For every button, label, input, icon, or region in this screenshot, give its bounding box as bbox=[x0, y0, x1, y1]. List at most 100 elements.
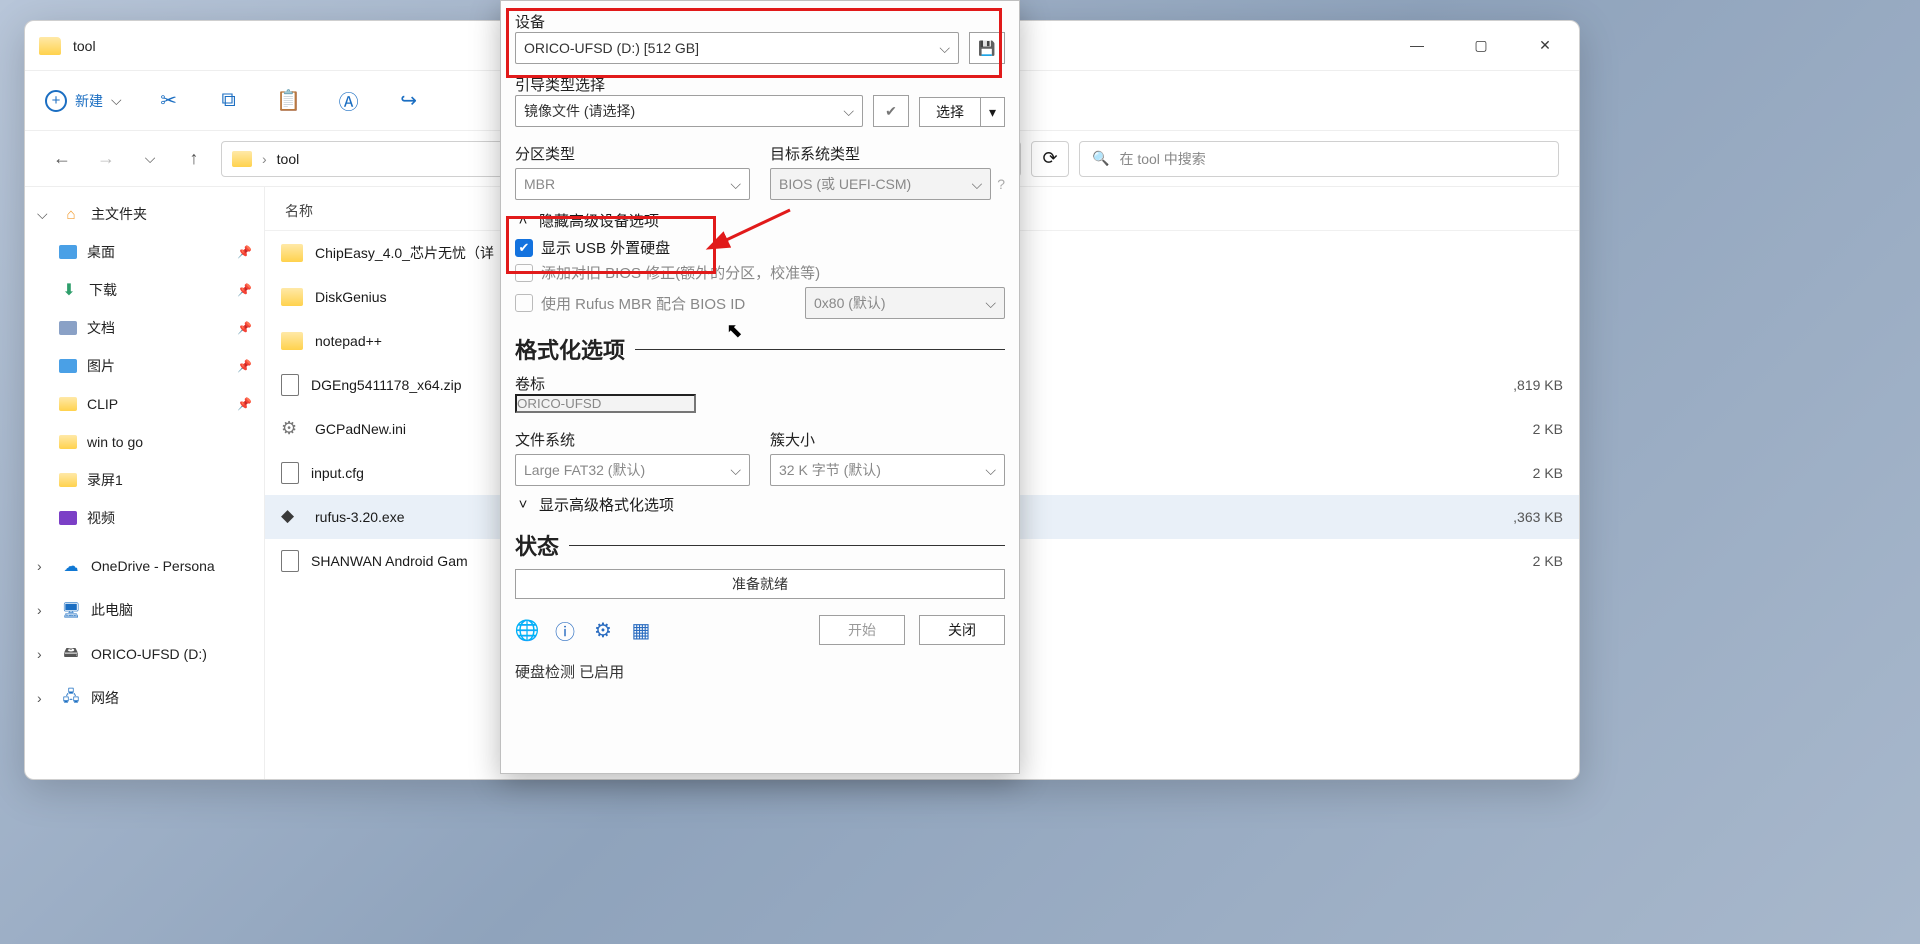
address-text: tool bbox=[277, 151, 300, 167]
file-name: SHANWAN Android Gam bbox=[311, 553, 468, 569]
folder-icon bbox=[59, 397, 77, 411]
navigation-pane: ⌂ 主文件夹 桌面 📌 ⬇ 下载 📌 文档 📌 图片 📌 bbox=[25, 187, 265, 779]
sidebar-clip[interactable]: CLIP 📌 bbox=[25, 385, 264, 423]
sidebar-onedrive[interactable]: ☁ OneDrive - Persona bbox=[25, 547, 264, 585]
help-icon[interactable]: ? bbox=[997, 176, 1005, 192]
sidebar-network[interactable]: 🖧 网络 bbox=[25, 679, 264, 717]
boot-label: 引导类型选择 bbox=[515, 74, 1005, 95]
select-dropdown-button[interactable]: ▾ bbox=[981, 97, 1005, 127]
forward-button[interactable]: → bbox=[89, 142, 123, 176]
executable-icon: ◆ bbox=[281, 506, 303, 528]
device-value: ORICO-UFSD (D:) [512 GB] bbox=[524, 40, 699, 56]
up-button[interactable]: ↑ bbox=[177, 142, 211, 176]
share-icon[interactable]: ↪ bbox=[396, 88, 422, 114]
settings-button[interactable]: ⚙ bbox=[591, 618, 615, 642]
file-name: DiskGenius bbox=[315, 289, 387, 305]
window-title: tool bbox=[73, 38, 96, 54]
device-select[interactable]: ORICO-UFSD (D:) [512 GB] ⌵ bbox=[515, 32, 959, 64]
hide-advanced-device-toggle[interactable]: ˄ 隐藏高级设备选项 bbox=[515, 210, 1005, 231]
sidebar-desktop[interactable]: 桌面 📌 bbox=[25, 233, 264, 271]
sidebar-label: 主文件夹 bbox=[91, 204, 147, 224]
start-button[interactable]: 开始 bbox=[819, 615, 905, 645]
minimize-button[interactable]: — bbox=[1397, 37, 1437, 54]
show-usb-hdd-checkbox[interactable]: ✔ 显示 USB 外置硬盘 bbox=[515, 237, 1005, 258]
refresh-button[interactable]: ⟳ bbox=[1031, 141, 1069, 177]
close-button[interactable]: 关闭 bbox=[919, 615, 1005, 645]
rufus-mbr-checkbox: 使用 Rufus MBR 配合 BIOS ID 0x80 (默认) ⌵ bbox=[515, 287, 1005, 319]
pin-icon: 📌 bbox=[237, 283, 252, 297]
chevron-down-icon[interactable]: ⌵ bbox=[133, 142, 167, 176]
cut-icon[interactable]: ✂ bbox=[156, 88, 182, 114]
pin-icon: 📌 bbox=[237, 397, 252, 411]
sidebar-documents[interactable]: 文档 📌 bbox=[25, 309, 264, 347]
new-label: 新建 bbox=[75, 91, 103, 111]
search-input[interactable]: 🔍 在 tool 中搜索 bbox=[1079, 141, 1559, 177]
statusbar-text: 硬盘检测 已启用 bbox=[515, 661, 1005, 682]
about-button[interactable]: ⓘ bbox=[553, 618, 577, 642]
chevron-down-icon: ⌵ bbox=[939, 40, 950, 57]
folder-icon bbox=[39, 37, 61, 55]
save-icon: 💾 bbox=[978, 40, 995, 57]
folder-icon bbox=[59, 435, 77, 449]
sidebar-pictures[interactable]: 图片 📌 bbox=[25, 347, 264, 385]
folder-icon bbox=[59, 473, 77, 487]
volume-label-input[interactable] bbox=[515, 394, 696, 413]
button-label: 关闭 bbox=[948, 620, 976, 640]
folder-icon bbox=[232, 151, 252, 167]
sidebar-label: 网络 bbox=[91, 688, 119, 708]
copy-icon[interactable]: ⧉ bbox=[216, 88, 242, 114]
back-button[interactable]: ← bbox=[45, 142, 79, 176]
file-size: 2 KB bbox=[1533, 465, 1563, 481]
chevron-down-icon: ˅ bbox=[515, 496, 531, 513]
chevron-down-icon: ⌵ bbox=[730, 176, 741, 193]
pictures-icon bbox=[59, 359, 77, 373]
pin-icon: 📌 bbox=[237, 245, 252, 259]
sidebar-oricodisk[interactable]: 🖴 ORICO-UFSD (D:) bbox=[25, 635, 264, 673]
video-icon bbox=[59, 511, 77, 525]
paste-icon[interactable]: 📋 bbox=[276, 88, 302, 114]
sidebar-label: ORICO-UFSD (D:) bbox=[91, 646, 207, 662]
log-button[interactable]: ▦ bbox=[629, 618, 653, 642]
new-button[interactable]: + 新建 ⌵ bbox=[45, 90, 122, 112]
rename-icon[interactable]: Ⓐ bbox=[336, 88, 362, 114]
sidebar-label: CLIP bbox=[87, 396, 118, 412]
sidebar-luping[interactable]: 录屏1 bbox=[25, 461, 264, 499]
chevron-down-icon: ⌵ bbox=[972, 176, 983, 193]
partition-select[interactable]: MBR ⌵ bbox=[515, 168, 750, 200]
check-icon: ✔ bbox=[885, 103, 897, 120]
save-device-button[interactable]: 💾 bbox=[969, 32, 1005, 64]
check-hash-button[interactable]: ✔ bbox=[873, 95, 909, 127]
progress-bar: 准备就绪 bbox=[515, 569, 1005, 599]
select-label: 选择 bbox=[936, 102, 964, 122]
sidebar-home[interactable]: ⌂ 主文件夹 bbox=[25, 195, 264, 233]
sidebar-label: 此电脑 bbox=[91, 600, 133, 620]
cluster-select[interactable]: 32 K 字节 (默认) ⌵ bbox=[770, 454, 1005, 486]
filesystem-label: 文件系统 bbox=[515, 429, 750, 450]
close-button[interactable]: ✕ bbox=[1525, 37, 1565, 54]
chevron-down-icon: ⌵ bbox=[730, 462, 741, 479]
folder-icon bbox=[281, 244, 303, 262]
home-icon: ⌂ bbox=[61, 205, 81, 223]
sidebar-label: win to go bbox=[87, 434, 143, 450]
maximize-button[interactable]: ▢ bbox=[1461, 37, 1501, 54]
target-select: BIOS (或 UEFI-CSM) ⌵ bbox=[770, 168, 991, 200]
show-advanced-format-toggle[interactable]: ˅ 显示高级格式化选项 bbox=[515, 494, 1005, 515]
select-image-button[interactable]: 选择 bbox=[919, 97, 981, 127]
sidebar-label: 录屏1 bbox=[87, 470, 123, 490]
filesystem-select[interactable]: Large FAT32 (默认) ⌵ bbox=[515, 454, 750, 486]
config-icon: ⚙ bbox=[281, 418, 303, 440]
sidebar-downloads[interactable]: ⬇ 下载 📌 bbox=[25, 271, 264, 309]
target-value: BIOS (或 UEFI-CSM) bbox=[779, 174, 911, 194]
language-button[interactable]: 🌐 bbox=[515, 618, 539, 642]
sidebar-video[interactable]: 视频 bbox=[25, 499, 264, 537]
network-icon: 🖧 bbox=[61, 689, 81, 707]
file-name: DGEng5411178_x64.zip bbox=[311, 377, 461, 393]
file-icon bbox=[281, 374, 299, 396]
progress-text: 准备就绪 bbox=[732, 574, 788, 594]
sidebar-thispc[interactable]: 🖥 此电脑 bbox=[25, 591, 264, 629]
bios-fix-checkbox: 添加对旧 BIOS 修正(额外的分区，校准等) bbox=[515, 262, 1005, 283]
heading-text: 格式化选项 bbox=[515, 333, 625, 365]
checkbox-label: 使用 Rufus MBR 配合 BIOS ID bbox=[541, 293, 745, 314]
boot-select[interactable]: 镜像文件 (请选择) ⌵ bbox=[515, 95, 863, 127]
sidebar-wintogo[interactable]: win to go bbox=[25, 423, 264, 461]
